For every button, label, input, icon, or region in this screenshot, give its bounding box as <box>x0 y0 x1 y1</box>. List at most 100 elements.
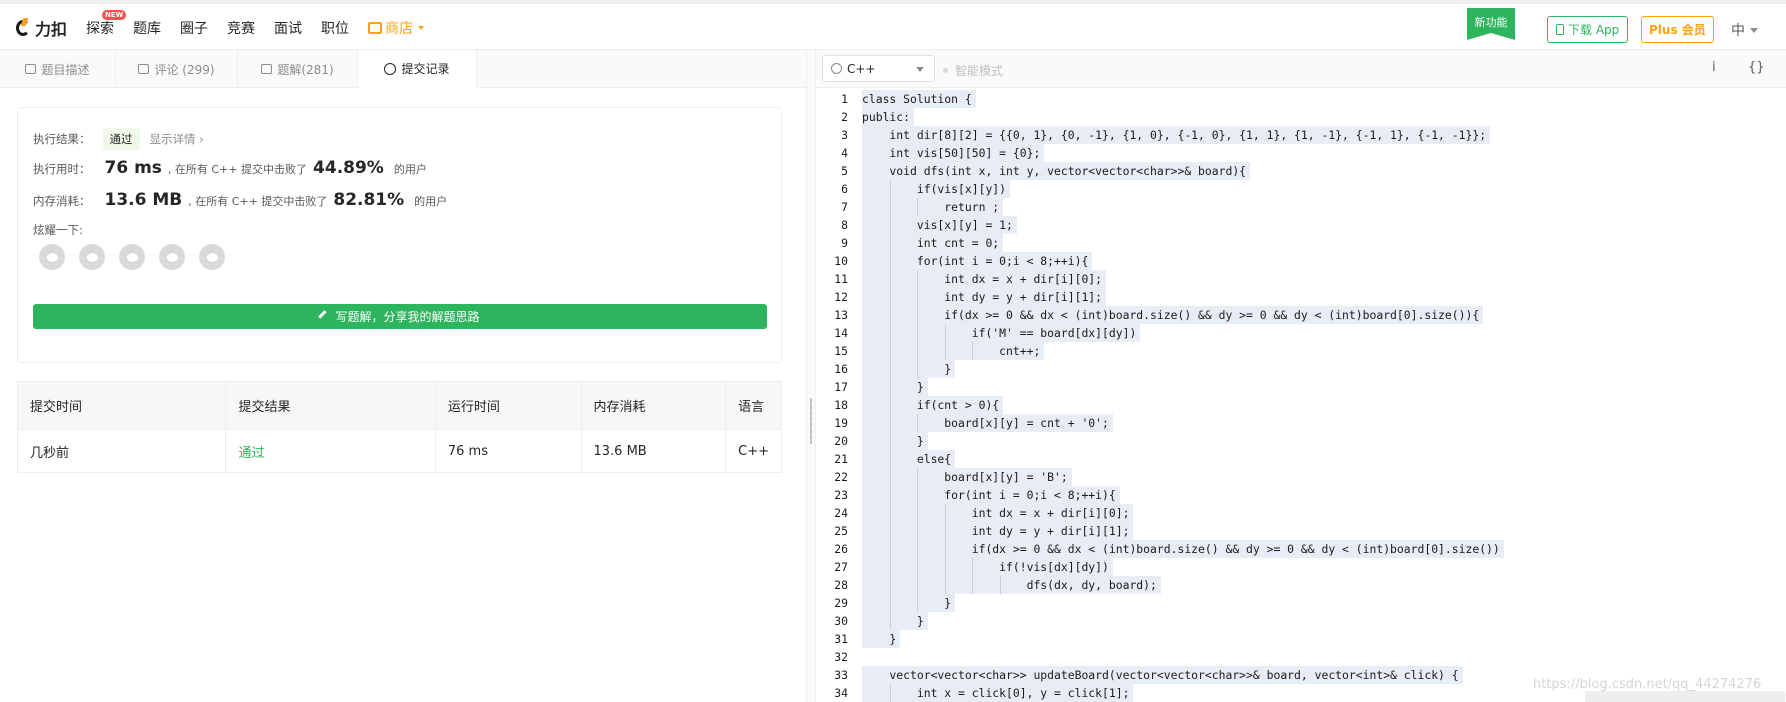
code-editor[interactable]: 1 class Solution {2 public: 3 int dir[8][2]… <box>816 88 1786 702</box>
runtime-cell: 76 ms <box>436 430 582 472</box>
status-badge: 通过 <box>102 128 140 150</box>
indent-guide <box>889 432 891 450</box>
indent-guide <box>889 540 891 558</box>
indent-guide <box>889 576 891 594</box>
plus-member-button[interactable]: Plus 会员 <box>1641 16 1714 43</box>
language-value: C++ <box>847 61 876 76</box>
nav-item-circle[interactable]: 圈子 <box>180 18 208 38</box>
table-row[interactable]: 几秒前 通过 76 ms 13.6 MB C++ <box>18 430 781 472</box>
tab-description[interactable]: 题目描述 <box>0 50 116 88</box>
line-number: 12 <box>834 290 848 304</box>
indent-guide <box>889 396 891 414</box>
chevron-down-icon <box>1750 27 1758 33</box>
code-text: if('M' == board[dx][dy]) <box>862 324 1141 342</box>
download-app-button[interactable]: 下载 App <box>1547 16 1629 43</box>
nav-item-contest[interactable]: 竞赛 <box>227 18 255 38</box>
format-code-button[interactable]: {} <box>1748 60 1765 75</box>
watermark: https://blog.csdn.net/qq_44274276 <box>1533 677 1762 692</box>
line-number: 8 <box>841 218 848 232</box>
line-number: 31 <box>834 632 848 646</box>
code-text: for(int i = 0;i < 8;++i){ <box>862 252 1093 270</box>
indent-guide <box>917 486 919 504</box>
info-button[interactable]: i <box>1712 60 1716 75</box>
submit-time-cell: 几秒前 <box>18 430 227 472</box>
line-number: 27 <box>834 560 848 574</box>
code-text: vis[x][y] = 1; <box>862 216 1017 234</box>
indent-guide <box>917 468 919 486</box>
indent-guide <box>889 504 891 522</box>
new-feature-ribbon[interactable]: 新功能 <box>1467 8 1515 40</box>
nav-item-jobs[interactable]: 职位 <box>321 18 349 38</box>
line-number: 16 <box>834 362 848 376</box>
drag-handle-icon[interactable] <box>810 398 812 444</box>
store-label: 商店 <box>385 21 413 37</box>
indent-guide <box>889 252 891 270</box>
indent-guide <box>889 270 891 288</box>
smart-mode-label: 智能模式 <box>955 64 1004 78</box>
line-number: 3 <box>841 128 848 142</box>
share-label: 炫耀一下: <box>33 223 83 237</box>
wechat-icon[interactable] <box>39 244 65 270</box>
indent-guide <box>917 504 919 522</box>
code-text: } <box>862 360 956 378</box>
tab-solutions[interactable]: 题解(281) <box>238 50 358 88</box>
indent-guide <box>944 576 946 594</box>
qq-icon[interactable] <box>119 244 145 270</box>
line-number: 23 <box>834 488 848 502</box>
runtime-label: 执行用时： <box>33 162 91 176</box>
language-select[interactable]: C++ <box>822 55 935 82</box>
share-icons <box>39 244 225 270</box>
line-number: 2 <box>841 110 848 124</box>
weibo-icon[interactable] <box>79 244 105 270</box>
write-solution-button[interactable]: 写题解，分享我的解题思路 <box>33 304 767 329</box>
language-cell: C++ <box>738 443 769 459</box>
line-number: 34 <box>834 686 848 700</box>
clock-icon <box>384 62 397 75</box>
panel-splitter[interactable] <box>806 50 816 702</box>
memory-cell: 13.6 MB <box>582 430 727 472</box>
chevron-down-icon <box>916 67 924 72</box>
column-header: 运行时间 <box>436 382 582 429</box>
info-icon <box>831 63 842 74</box>
code-text: if(!vis[dx][dy]) <box>862 558 1113 576</box>
indent-guide <box>944 522 946 540</box>
line-number: 5 <box>841 164 848 178</box>
users-text: 的用户 <box>393 163 427 176</box>
indent-guide <box>889 414 891 432</box>
nav-item-store[interactable]: 商店 <box>368 18 424 38</box>
indent-guide <box>917 594 919 612</box>
toggle-dot-icon <box>943 68 948 73</box>
code-text: dfs(dx, dy, board); <box>862 576 1161 594</box>
leetcode-logo[interactable]: 力扣 <box>16 16 67 40</box>
document-icon <box>25 64 37 74</box>
linkedin-icon[interactable] <box>199 244 225 270</box>
nav-item-explore[interactable]: 探索 NEW <box>86 10 127 38</box>
code-text: } <box>862 378 928 396</box>
submit-result-link[interactable]: 通过 <box>226 430 436 472</box>
code-text: } <box>862 630 901 648</box>
store-icon <box>368 22 382 34</box>
indent-guide <box>917 522 919 540</box>
submissions-table: 提交时间 提交结果 运行时间 内存消耗 语言 几秒前 通过 76 ms 13.6… <box>17 381 782 473</box>
code-text: else{ <box>862 450 956 468</box>
smart-mode-toggle[interactable]: 智能模式 <box>943 62 1003 79</box>
tab-comments[interactable]: 评论 (299) <box>116 50 238 88</box>
line-number: 6 <box>841 182 848 196</box>
line-number: 21 <box>834 452 848 466</box>
line-number: 20 <box>834 434 848 448</box>
line-number: 7 <box>841 200 848 214</box>
show-detail-link[interactable]: 显示详情 › <box>150 131 204 147</box>
tab-submissions[interactable]: 提交记录 <box>358 50 477 88</box>
douban-icon[interactable] <box>159 244 185 270</box>
nav-item-problems[interactable]: 题库 <box>133 18 161 38</box>
indent-guide <box>917 540 919 558</box>
nav-item-interview[interactable]: 面试 <box>274 18 302 38</box>
indent-guide <box>889 288 891 306</box>
indent-guide <box>972 558 974 576</box>
line-number: 9 <box>841 236 848 250</box>
line-number: 11 <box>834 272 848 286</box>
code-text: if(vis[x][y]) <box>862 180 1011 198</box>
language-switch[interactable]: 中 <box>1731 20 1758 40</box>
indent-guide <box>889 450 891 468</box>
horizontal-scrollbar[interactable] <box>1585 691 1785 702</box>
